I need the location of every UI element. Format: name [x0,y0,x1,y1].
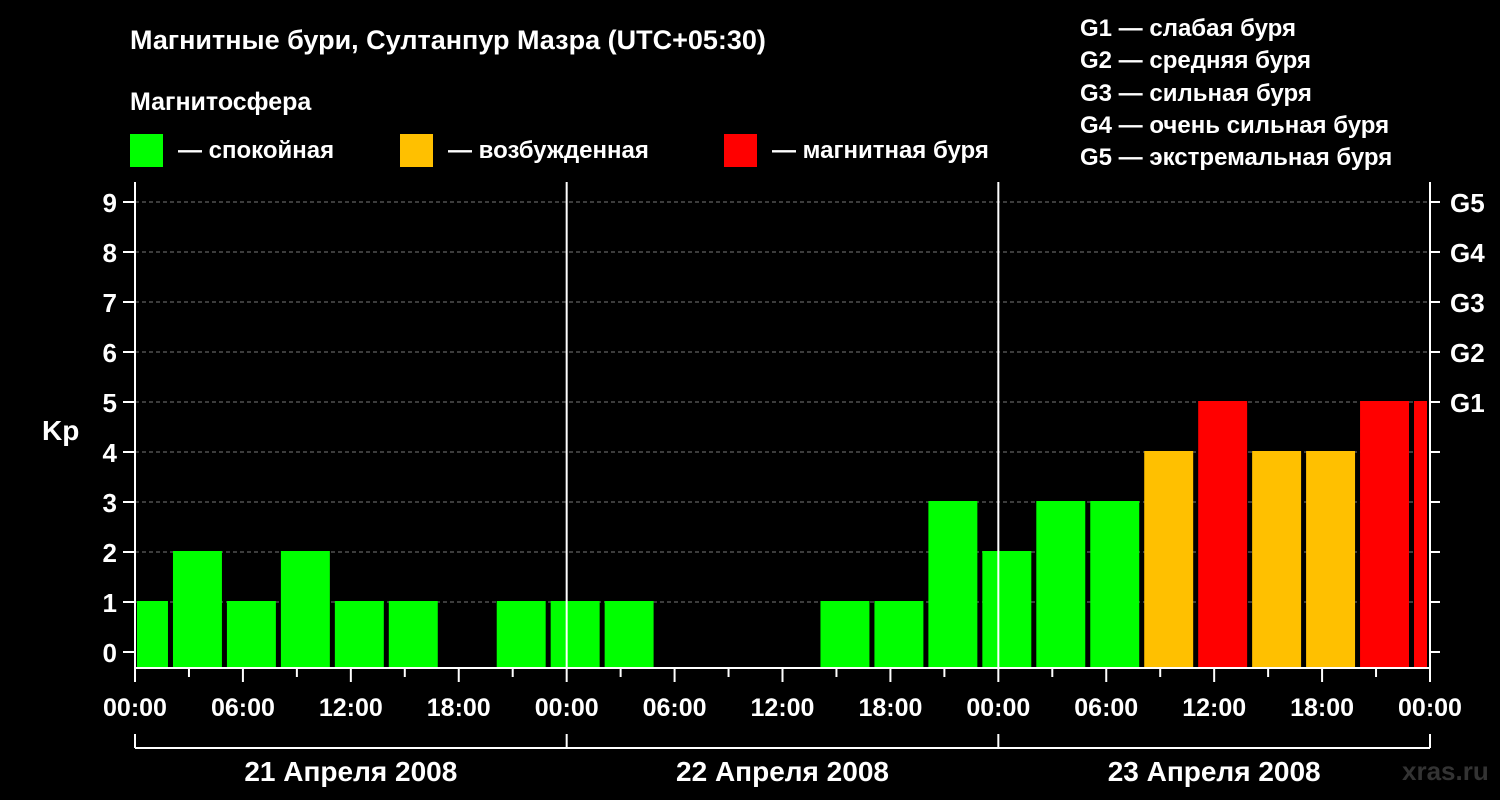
kp-bar [226,601,276,668]
g-scale-line-4: G4 — очень сильная буря [1080,112,1389,139]
y-axis-label: Kp [42,415,79,446]
kp-bar [550,601,600,668]
y-tick-label: 3 [103,488,117,518]
day-label: 22 Апреля 2008 [676,756,889,787]
g-level-label: G4 [1450,238,1485,268]
y-tick-label: 7 [103,288,117,318]
day-label: 23 Апреля 2008 [1108,756,1321,787]
x-tick-label: 00:00 [103,694,167,722]
kp-bar [496,601,546,668]
x-tick-label: 12:00 [751,694,815,722]
kp-bar [1198,401,1248,668]
kp-bar [1036,501,1086,668]
kp-bar [1252,451,1302,668]
x-tick-label: 00:00 [966,694,1030,722]
kp-bar [820,601,870,668]
kp-bar [172,551,222,668]
x-tick-label: 18:00 [1290,694,1354,722]
legend-swatch-storm [724,134,757,167]
x-tick-label: 18:00 [858,694,922,722]
kp-bar [874,601,924,668]
legend-swatch-active [400,134,433,167]
x-tick-label: 06:00 [211,694,275,722]
x-tick-label: 12:00 [1182,694,1246,722]
kp-bar [982,551,1032,668]
y-tick-label: 0 [103,638,117,668]
kp-bar [388,601,438,668]
x-tick-label: 06:00 [643,694,707,722]
kp-chart: Магнитные бури, Султанпур Мазра (UTC+05:… [42,15,1489,787]
g-scale-line-1: G1 — слабая буря [1080,15,1296,42]
g-level-label: G1 [1450,388,1485,418]
chart-title: Магнитные бури, Султанпур Мазра (UTC+05:… [130,25,766,55]
kp-bar [928,501,978,668]
kp-bar [1414,401,1427,668]
y-tick-label: 6 [103,338,117,368]
kp-bar [1090,501,1140,668]
x-tick-label: 12:00 [319,694,383,722]
legend-swatch-quiet [130,134,163,167]
y-tick-label: 2 [103,538,117,568]
y-tick-label: 8 [103,238,117,268]
y-tick-label: 5 [103,388,117,418]
day-labels: 21 Апреля 2008 22 Апреля 2008 23 Апреля 20… [134,734,1431,787]
g-scale-line-3: G3 — сильная буря [1080,80,1312,107]
legend-label-quiet: — спокойная [178,137,334,164]
x-tick-label: 06:00 [1074,694,1138,722]
g-level-label: G5 [1450,188,1485,218]
g-scale-line-2: G2 — средняя буря [1080,47,1311,74]
day-label: 21 Апреля 2008 [244,756,457,787]
kp-bar [280,551,330,668]
watermark: xras.ru [1402,756,1489,786]
bars-layer [137,401,1427,668]
kp-bar [334,601,384,668]
g-level-label: G2 [1450,338,1485,368]
kp-bar [1360,401,1410,668]
y-tick-label: 9 [103,188,117,218]
legend-label-storm: — магнитная буря [772,137,989,164]
kp-bar [1144,451,1194,668]
x-tick-label: 00:00 [1398,694,1462,722]
kp-bar [1306,451,1356,668]
kp-bar [604,601,654,668]
kp-bar [137,601,168,668]
legend-heading: Магнитосфера [130,88,312,116]
g-level-label: G3 [1450,288,1485,318]
x-tick-label: 18:00 [427,694,491,722]
x-tick-labels: 00:00 06:00 12:00 18:00 00:00 06:00 12:00 18:00… [103,694,1462,722]
y-tick-label: 4 [103,438,118,468]
y-tick-label: 1 [103,588,117,618]
x-tick-label: 00:00 [535,694,599,722]
legend-label-active: — возбужденная [448,137,649,164]
g-scale-line-5: G5 — экстремальная буря [1080,144,1392,171]
